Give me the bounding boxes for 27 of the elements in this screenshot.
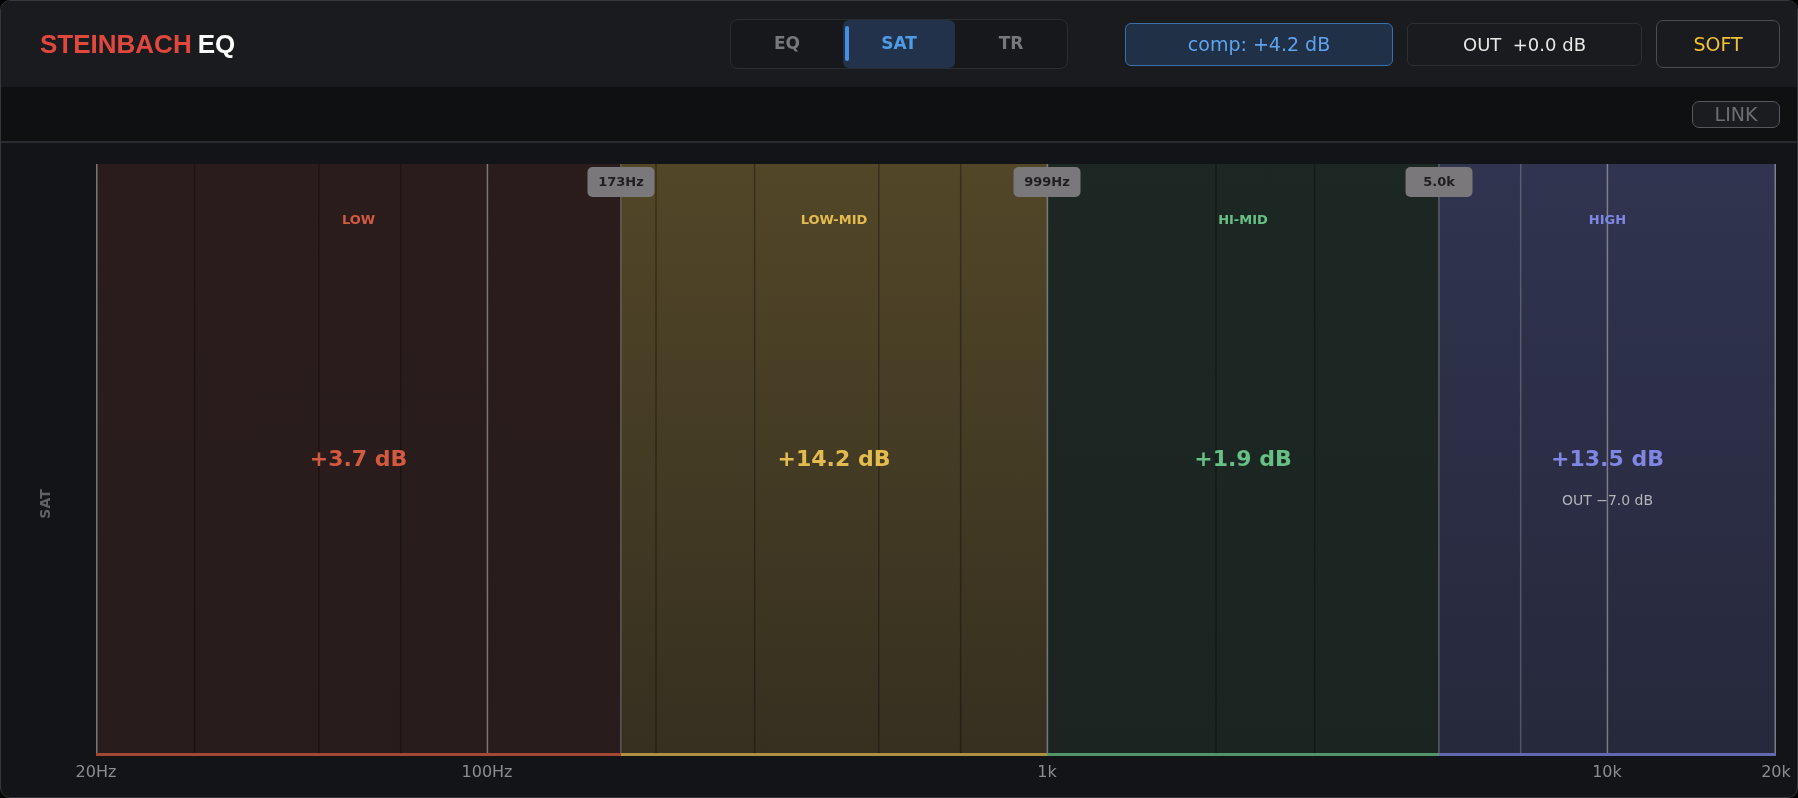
frequency-label: 1k (1037, 762, 1057, 782)
frequency-label: 20Hz (75, 762, 117, 782)
band-gain: +1.9 dB (1194, 445, 1292, 473)
band-label: HIGH (1588, 211, 1627, 229)
band-gain: +13.5 dB (1551, 445, 1664, 473)
crossover-handle[interactable]: 173Hz (587, 167, 655, 197)
mode-tab[interactable]: TR (955, 20, 1067, 68)
mode-tab[interactable]: SAT (843, 20, 955, 68)
frequency-label: 100Hz (461, 762, 513, 782)
band-label: LOW (341, 211, 376, 229)
compensation-button[interactable]: comp: +4.2 dB (1125, 22, 1393, 66)
axis-title: SAT (37, 489, 52, 519)
mode-tab[interactable]: EQ (731, 20, 843, 68)
saturation-mode-button[interactable]: SOFT (1656, 20, 1780, 68)
link-button[interactable]: LINK (1692, 100, 1780, 128)
product-name: EQ (197, 31, 236, 57)
crossover-handle[interactable]: 999Hz (1013, 167, 1081, 197)
tab-indicator-icon (845, 26, 849, 61)
band-label: HI-MID (1218, 211, 1268, 229)
output-gain-readout[interactable]: OUT +0.0 dB (1407, 22, 1642, 66)
frequency-label: 20k (1761, 762, 1791, 782)
crossover-handle[interactable]: 5.0k (1405, 167, 1473, 197)
band-gain: +3.7 dB (309, 445, 408, 473)
frequency-label: 10k (1592, 762, 1622, 782)
band-gain: +14.2 dB (777, 445, 891, 473)
band-label: LOW-MID (800, 211, 868, 229)
brand-name: STEINBACH (40, 31, 192, 57)
